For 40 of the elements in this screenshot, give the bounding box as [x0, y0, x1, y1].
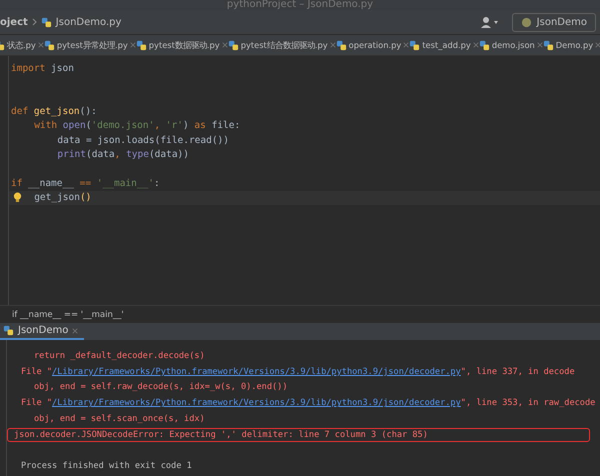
file-link[interactable]: /Library/Frameworks/Python.framework/Versions/3.9/lib/python3.9/json/decoder.py	[52, 366, 461, 377]
code-line: if __name__ == '__main__':	[11, 178, 160, 189]
close-icon[interactable]	[536, 42, 543, 48]
file-link[interactable]: /Library/Frameworks/Python.framework/Versions/3.9/lib/python3.9/json/decoder.py	[52, 398, 461, 408]
breadcrumb-item[interactable]: oject	[0, 16, 28, 28]
editor-tab[interactable]: pytest异常处理.py	[44, 40, 136, 50]
console-line: obj, end = self.raw_decode(s, idx=_w(s, 0).end())	[34, 382, 288, 392]
editor-tab[interactable]: pytest数据驱动.py	[136, 40, 228, 50]
lightbulb-icon[interactable]	[13, 192, 22, 203]
close-icon[interactable]	[595, 42, 600, 48]
run-config-button[interactable]: JsonDemo	[512, 12, 596, 32]
code-line: data = json.loads(file.read())	[57, 134, 229, 146]
code-line: def get_json():	[11, 106, 97, 117]
close-icon[interactable]	[403, 42, 410, 48]
editor-tab[interactable]: pytest结合数据驱动.py	[228, 40, 336, 50]
close-icon[interactable]	[130, 42, 136, 48]
code-line: get_json()	[34, 192, 92, 204]
breadcrumb-item[interactable]: JsonDemo.py	[56, 16, 122, 28]
console-line: return _default_decoder.decode(s)	[34, 350, 205, 361]
chevron-right-icon	[32, 18, 37, 26]
editor-tab[interactable]: 状态.py	[0, 40, 44, 50]
close-icon[interactable]	[472, 42, 479, 48]
console-line: Process finished with exit code 1	[21, 461, 192, 472]
code-line: import json	[11, 62, 74, 74]
close-icon[interactable]	[222, 42, 228, 48]
console-line: obj, end = self.scan_once(s, idx)	[34, 414, 205, 424]
console-line: File "/Library/Frameworks/Python.framework/Versions/3.9/lib/python3.9/json/decoder.py", line 337, in decode	[21, 366, 575, 377]
console-line: File "/Library/Frameworks/Python.framework/Versions/3.9/lib/python3.9/json/decoder.py", line 353, in raw_decode	[21, 398, 596, 408]
editor-tab[interactable]: operation.py	[336, 40, 410, 50]
close-icon[interactable]	[38, 42, 44, 48]
close-icon[interactable]	[330, 42, 336, 48]
editor-tab[interactable]: test_add.py	[409, 40, 479, 50]
code-line: with open('demo.json', 'r') as file:	[34, 120, 240, 132]
run-tab[interactable]: JsonDemo	[0, 323, 84, 340]
close-icon[interactable]	[72, 328, 78, 334]
code-breadcrumb[interactable]: if __name__ == '__main__'	[12, 310, 124, 320]
editor-tab[interactable]: demo.json	[478, 40, 543, 50]
user-icon[interactable]	[480, 16, 500, 28]
editor-tab[interactable]: Demo.py	[542, 40, 600, 50]
code-line: print(data, type(data))	[57, 149, 189, 160]
